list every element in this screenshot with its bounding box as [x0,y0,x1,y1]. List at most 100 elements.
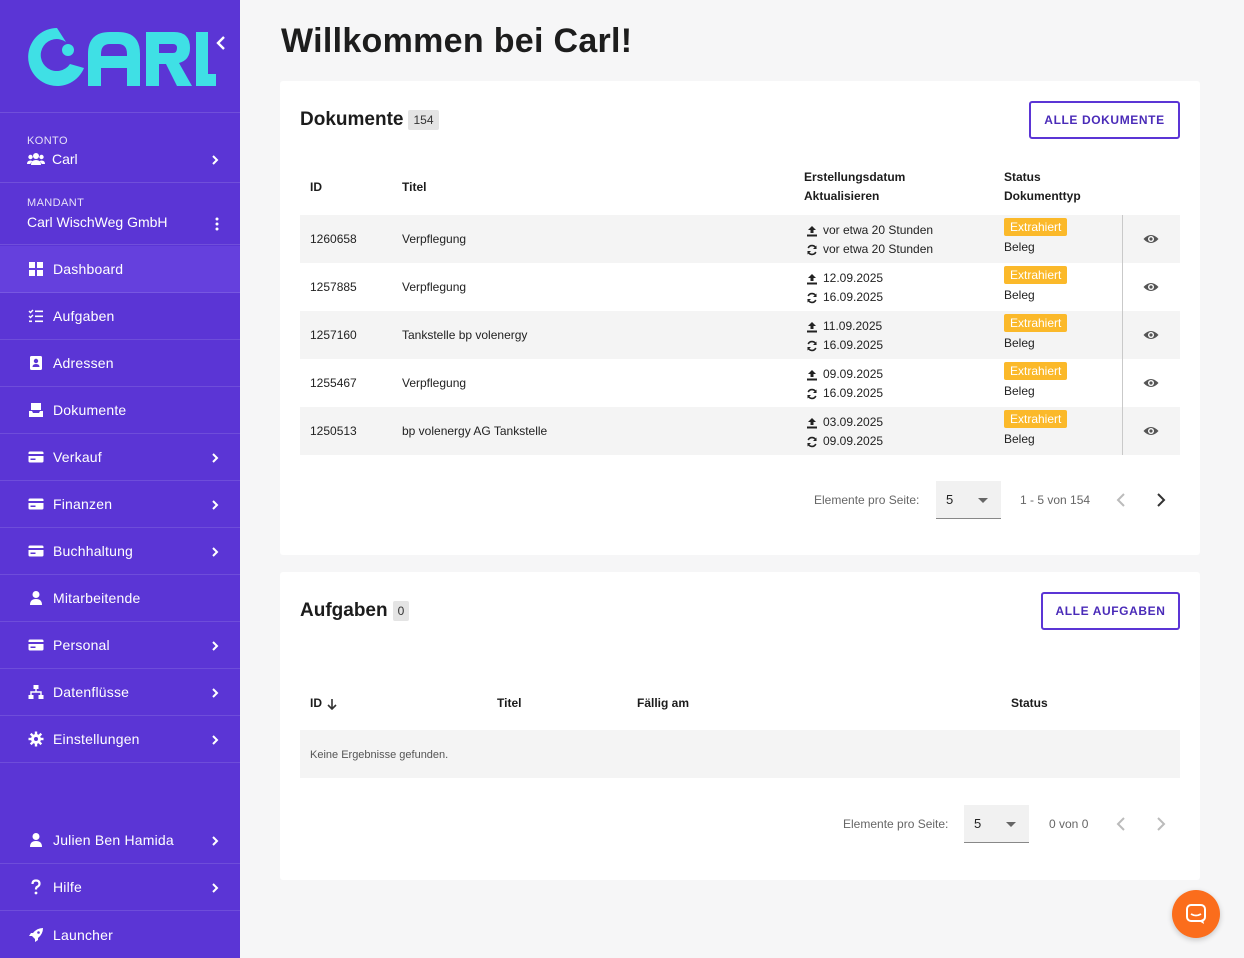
all-tasks-button[interactable]: ALLE AUFGABEN [1041,592,1180,630]
tasks-title: Aufgaben [300,600,388,621]
chevron-right-icon [212,547,219,557]
col-header-task-id[interactable]: ID [310,694,337,713]
doc-type: Beleg [1004,432,1035,446]
caret-down-icon [978,498,988,503]
col-header-doctype[interactable]: Dokumenttyp [1004,187,1081,206]
nav-bottom-julien-ben-hamida[interactable]: Julien Ben Hamida [0,817,240,864]
nav-item-buchhaltung[interactable]: Buchhaltung [0,528,240,575]
col-header-task-title[interactable]: Titel [497,694,521,713]
page-title: Willkommen bei Carl! [281,22,633,60]
chevron-right-icon [212,155,219,165]
card-icon [27,449,44,466]
caret-down-icon [1006,822,1016,827]
sync-icon [807,244,817,255]
question-icon [27,879,44,896]
chevron-right-icon [212,500,219,510]
status-badge: Extrahiert [1004,266,1068,284]
collapse-sidebar-button[interactable] [216,36,232,54]
nav-item-adressen[interactable]: Adressen [0,340,240,387]
doc-status: Extrahiert Beleg [1004,314,1068,350]
chevron-right-icon [212,735,219,745]
nav-item-label: Aufgaben [53,308,115,324]
eye-icon[interactable] [1143,328,1159,342]
nav-item-label: Adressen [53,355,114,371]
nav-item-dashboard[interactable]: Dashboard [0,246,240,293]
table-row[interactable]: 1255467 Verpflegung 09.09.2025 16.09.2025 Ex… [300,359,1180,407]
nav-item-personal[interactable]: Personal [0,622,240,669]
column-divider [1122,359,1123,407]
tasks-per-page-select[interactable]: 5 [964,805,1029,843]
doc-title: Verpflegung [402,232,467,246]
account-label: KONTO [27,135,68,147]
documents-per-page-select[interactable]: 5 [936,481,1001,519]
table-row[interactable]: 1257885 Verpflegung 12.09.2025 16.09.2025 Ex… [300,263,1180,311]
chat-icon [1186,904,1206,924]
all-documents-button[interactable]: ALLE DOKUMENTE [1029,101,1180,139]
sidebar: KONTO Carl MANDANT Carl WischWeg GmbH Da… [0,0,240,958]
nav-item-label: Mitarbeitende [53,590,141,606]
status-badge: Extrahiert [1004,410,1068,428]
doc-dates: vor etwa 20 Stunden vor etwa 20 Stunden [806,221,933,259]
col-header-task-status[interactable]: Status [1011,694,1048,713]
chat-launcher-button[interactable] [1172,890,1220,938]
account-selector[interactable]: KONTO Carl [0,112,240,183]
carl-logo[interactable] [26,26,216,88]
col-header-created[interactable]: Erstellungsdatum [804,168,905,187]
eye-icon[interactable] [1143,232,1159,246]
status-badge: Extrahiert [1004,218,1068,236]
account-name: Carl [52,151,78,167]
upload-icon [807,369,817,380]
documents-prev-page-icon[interactable] [1114,492,1128,508]
nav-item-label: Buchhaltung [53,543,134,559]
card-icon [27,496,44,513]
nav-item-aufgaben[interactable]: Aufgaben [0,293,240,340]
nav-item-label: Finanzen [53,496,113,512]
column-divider [1122,215,1123,263]
tasks-prev-page-icon[interactable] [1114,816,1128,832]
doc-title: bp volenergy AG Tankstelle [402,424,548,438]
nav-item-verkauf[interactable]: Verkauf [0,434,240,481]
table-row[interactable]: 1250513 bp volenergy AG Tankstelle 03.09.2… [300,407,1180,455]
doc-created: 09.09.2025 [823,367,884,381]
col-header-title[interactable]: Titel [402,178,426,197]
nav-item-datenflüsse[interactable]: Datenflüsse [0,669,240,716]
documents-next-page-icon[interactable] [1154,492,1168,508]
kebab-menu-icon[interactable] [214,217,220,231]
doc-type: Beleg [1004,336,1035,350]
doc-created: 03.09.2025 [823,415,884,429]
nav-bottom-launcher[interactable]: Launcher [0,911,240,958]
user-icon [27,832,44,849]
col-header-updated[interactable]: Aktualisieren [804,187,905,206]
nav-item-label: Launcher [53,926,113,943]
table-row[interactable]: 1260658 Verpflegung vor etwa 20 Stunden vor… [300,215,1180,263]
doc-id: 1257160 [310,328,357,342]
nav-bottom-hilfe[interactable]: Hilfe [0,864,240,911]
nav-item-label: Einstellungen [53,731,140,747]
chevron-left-icon [216,36,225,50]
doc-dates: 03.09.2025 09.09.2025 [806,413,883,451]
column-divider [1122,263,1123,311]
doc-created: 11.09.2025 [823,319,883,333]
nav-item-label: Verkauf [53,449,102,465]
nav-item-einstellungen[interactable]: Einstellungen [0,716,240,763]
doc-created: 12.09.2025 [823,271,884,285]
col-header-id[interactable]: ID [310,178,322,197]
tenant-selector[interactable]: MANDANT Carl WischWeg GmbH [0,183,240,245]
chevron-right-icon [212,453,219,463]
column-divider [1122,407,1123,455]
eye-icon[interactable] [1143,424,1159,438]
col-header-status[interactable]: Status [1004,168,1081,187]
col-header-task-due[interactable]: Fällig am [637,694,689,713]
table-row[interactable]: 1257160 Tankstelle bp volenergy 11.09.2025… [300,311,1180,359]
nav-item-dokumente[interactable]: Dokumente [0,387,240,434]
sync-icon [807,292,817,303]
tenant-label: MANDANT [27,197,85,209]
eye-icon[interactable] [1143,280,1159,294]
nav-item-mitarbeitende[interactable]: Mitarbeitende [0,575,240,622]
sitemap-icon [27,684,44,701]
eye-icon[interactable] [1143,376,1159,390]
nav-item-finanzen[interactable]: Finanzen [0,481,240,528]
tasks-next-page-icon[interactable] [1154,816,1168,832]
nav-item-label: Hilfe [53,879,83,895]
upload-icon [807,321,817,332]
